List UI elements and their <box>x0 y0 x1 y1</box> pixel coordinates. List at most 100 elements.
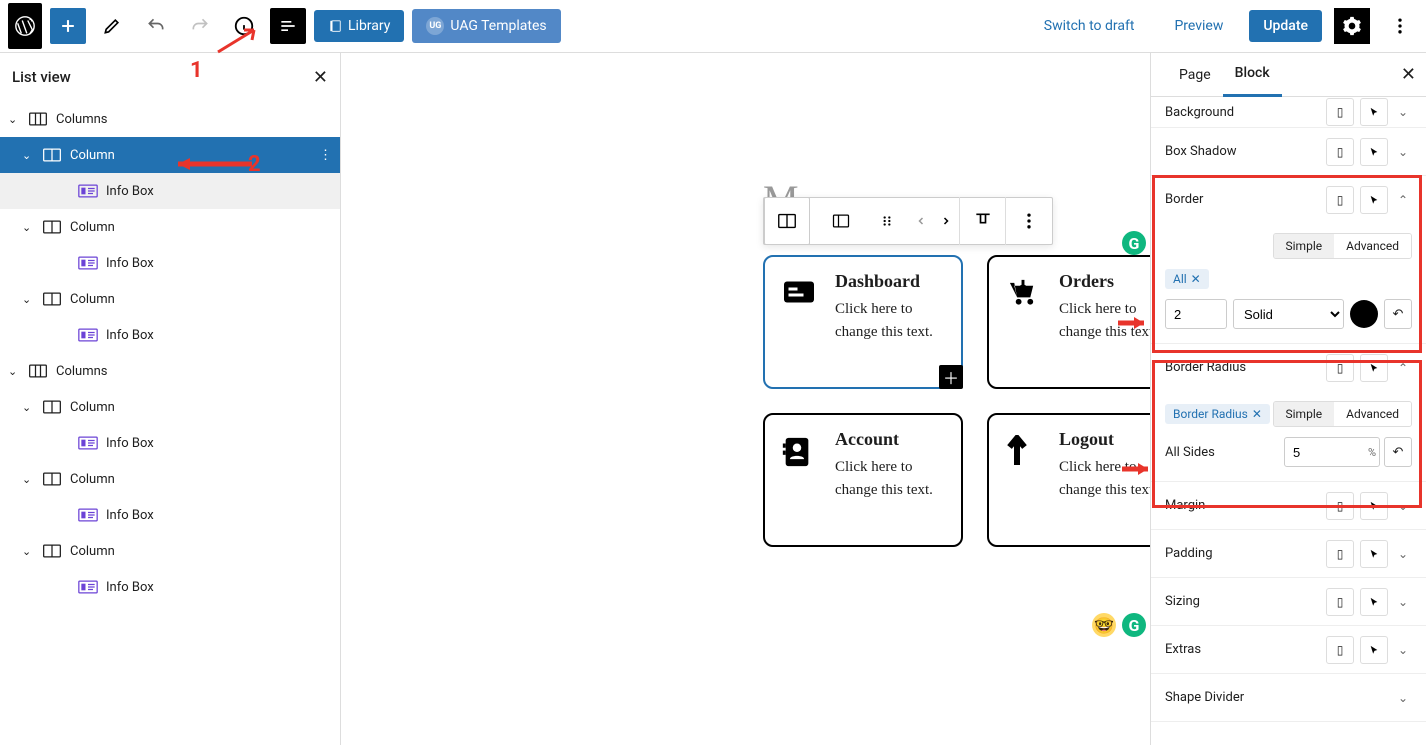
extras-toggle[interactable]: ⌄ <box>1394 643 1412 657</box>
background-hover-icon[interactable] <box>1360 98 1388 126</box>
boxshadow-desktop-icon[interactable]: ▯ <box>1326 138 1354 166</box>
border-all-tag[interactable]: All ✕ <box>1165 269 1209 289</box>
card-text[interactable]: Click here to change this text. <box>835 456 945 501</box>
edit-mode-icon[interactable] <box>94 8 130 44</box>
extras-hover-icon[interactable] <box>1360 636 1388 664</box>
radius-reset-button[interactable]: ↶ <box>1384 437 1412 467</box>
block-more-options[interactable] <box>1006 197 1052 245</box>
move-down-button[interactable] <box>932 197 960 245</box>
tree-item-column[interactable]: ⌄Column <box>0 461 340 497</box>
info-box-card[interactable]: DashboardClick here to change this text.… <box>763 255 963 389</box>
chevron-down-icon[interactable]: ⌄ <box>8 113 20 126</box>
redo-button[interactable] <box>182 8 218 44</box>
list-view-close[interactable]: ✕ <box>313 67 328 88</box>
card-title[interactable]: Logout <box>1059 429 1150 450</box>
block-align-button[interactable] <box>818 197 864 245</box>
tree-item-infobox[interactable]: Info Box <box>0 497 340 533</box>
radius-value-input[interactable] <box>1284 437 1380 467</box>
chevron-down-icon[interactable]: ⌄ <box>22 149 34 162</box>
tree-item-columns[interactable]: ⌄Columns <box>0 101 340 137</box>
border-color-swatch[interactable] <box>1350 300 1378 328</box>
tab-block[interactable]: Block <box>1223 53 1282 97</box>
boxshadow-toggle[interactable]: ⌄ <box>1394 145 1412 159</box>
uag-templates-button[interactable]: UG UAG Templates <box>412 9 560 43</box>
border-desktop-icon[interactable]: ▯ <box>1326 186 1354 214</box>
background-toggle[interactable]: ⌄ <box>1394 105 1412 119</box>
tree-item-options[interactable]: ⋮ <box>319 148 332 163</box>
radius-desktop-icon[interactable]: ▯ <box>1326 354 1354 382</box>
tree-item-infobox[interactable]: Info Box <box>0 569 340 605</box>
add-block-button[interactable] <box>50 8 86 44</box>
card-text[interactable]: Click here to change this text. <box>1059 456 1150 501</box>
card-add-button[interactable]: ＋ <box>939 365 963 389</box>
extras-desktop-icon[interactable]: ▯ <box>1326 636 1354 664</box>
padding-toggle[interactable]: ⌄ <box>1394 547 1412 561</box>
move-up-button[interactable] <box>910 197 932 245</box>
sizing-hover-icon[interactable] <box>1360 588 1388 616</box>
tree-item-column[interactable]: ⌄Column <box>0 533 340 569</box>
card-title[interactable]: Dashboard <box>835 271 945 292</box>
border-all-remove-icon[interactable]: ✕ <box>1191 272 1201 286</box>
border-simple-tab[interactable]: Simple <box>1274 234 1335 258</box>
info-box-card[interactable]: Orders Click here to change this text. <box>987 255 1150 389</box>
block-vertical-align[interactable] <box>960 197 1006 245</box>
chevron-down-icon[interactable]: ⌄ <box>22 221 34 234</box>
card-title[interactable]: Account <box>835 429 945 450</box>
sizing-toggle[interactable]: ⌄ <box>1394 595 1412 609</box>
border-advanced-tab[interactable]: Advanced <box>1334 234 1411 258</box>
tab-page[interactable]: Page <box>1167 53 1223 97</box>
radius-tag[interactable]: Border Radius ✕ <box>1165 404 1270 424</box>
switch-to-draft-button[interactable]: Switch to draft <box>1030 10 1149 42</box>
radius-advanced-tab[interactable]: Advanced <box>1334 402 1411 426</box>
shape-toggle[interactable]: ⌄ <box>1394 691 1412 705</box>
tree-item-column[interactable]: ⌄Column⋮ <box>0 137 340 173</box>
settings-close[interactable]: ✕ <box>1401 64 1416 85</box>
emoji-icon[interactable]: 🤓 <box>1092 613 1116 637</box>
padding-hover-icon[interactable] <box>1360 540 1388 568</box>
info-box-card[interactable]: Account Click here to change this text. <box>763 413 963 547</box>
grammarly-icon[interactable]: G <box>1122 231 1146 255</box>
editor-canvas[interactable]: M <box>341 53 1150 745</box>
library-button[interactable]: Library <box>314 10 404 42</box>
radius-tag-remove-icon[interactable]: ✕ <box>1252 407 1262 421</box>
tree-item-columns[interactable]: ⌄Columns <box>0 353 340 389</box>
tree-item-column[interactable]: ⌄Column <box>0 389 340 425</box>
preview-button[interactable]: Preview <box>1160 10 1237 42</box>
border-style-select[interactable]: Solid <box>1233 299 1344 329</box>
margin-toggle[interactable]: ⌄ <box>1394 499 1412 513</box>
info-button[interactable] <box>226 8 262 44</box>
tree-item-column[interactable]: ⌄Column <box>0 281 340 317</box>
border-hover-icon[interactable] <box>1360 186 1388 214</box>
more-options-button[interactable] <box>1382 8 1418 44</box>
block-type-button[interactable] <box>764 197 810 245</box>
boxshadow-hover-icon[interactable] <box>1360 138 1388 166</box>
margin-desktop-icon[interactable]: ▯ <box>1326 492 1354 520</box>
card-text[interactable]: Click here to change this text. <box>1059 298 1150 343</box>
border-width-input[interactable] <box>1165 299 1227 329</box>
radius-hover-icon[interactable] <box>1360 354 1388 382</box>
tree-item-infobox[interactable]: Info Box <box>0 173 340 209</box>
card-title[interactable]: Orders <box>1059 271 1150 292</box>
settings-button[interactable] <box>1334 8 1370 44</box>
tree-item-infobox[interactable]: Info Box <box>0 317 340 353</box>
chevron-down-icon[interactable]: ⌄ <box>22 401 34 414</box>
info-box-card[interactable]: Logout Click here to change this text. <box>987 413 1150 547</box>
block-drag-handle[interactable] <box>864 197 910 245</box>
undo-button[interactable] <box>138 8 174 44</box>
wordpress-logo[interactable] <box>8 3 42 49</box>
border-toggle[interactable]: ⌃ <box>1394 193 1412 207</box>
tree-item-infobox[interactable]: Info Box <box>0 425 340 461</box>
chevron-down-icon[interactable]: ⌄ <box>8 365 20 378</box>
tree-item-column[interactable]: ⌄Column <box>0 209 340 245</box>
chevron-down-icon[interactable]: ⌄ <box>22 473 34 486</box>
radius-simple-tab[interactable]: Simple <box>1274 402 1335 426</box>
padding-desktop-icon[interactable]: ▯ <box>1326 540 1354 568</box>
background-desktop-icon[interactable]: ▯ <box>1326 98 1354 126</box>
list-view-toggle[interactable] <box>270 8 306 44</box>
chevron-down-icon[interactable]: ⌄ <box>22 293 34 306</box>
margin-hover-icon[interactable] <box>1360 492 1388 520</box>
update-button[interactable]: Update <box>1249 10 1322 42</box>
grammarly-icon-2[interactable]: G <box>1122 613 1146 637</box>
radius-toggle[interactable]: ⌃ <box>1394 361 1412 375</box>
chevron-down-icon[interactable]: ⌄ <box>22 545 34 558</box>
